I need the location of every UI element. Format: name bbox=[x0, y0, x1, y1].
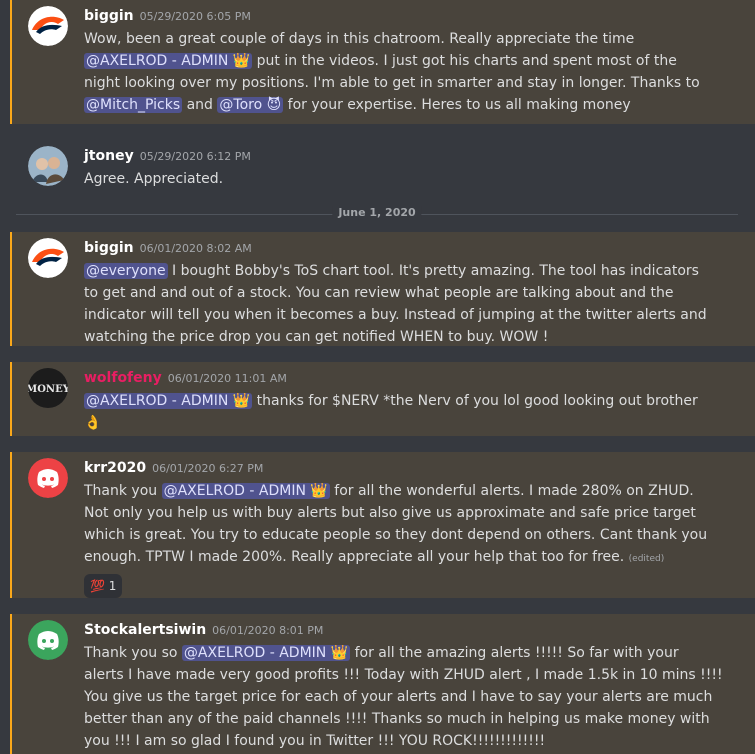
message-body: @everyone I bought Bobby's ToS chart too… bbox=[84, 260, 714, 348]
message-line: 👌 bbox=[84, 415, 102, 431]
message-line: better than any of the paid channels !!!… bbox=[84, 711, 710, 727]
discord-logo-icon[interactable] bbox=[28, 620, 68, 660]
author-name[interactable]: wolfofeny bbox=[84, 370, 162, 386]
message[interactable]: biggin 06/01/2020 8:02 AM @everyone I bou… bbox=[10, 232, 755, 346]
money-logo-avatar[interactable]: MONEY bbox=[28, 368, 68, 408]
discord-logo-icon[interactable] bbox=[28, 458, 68, 498]
message-line: @AXELROD - ADMIN 👑 put in the videos. I … bbox=[84, 53, 677, 69]
message-body: Wow, been a great couple of days in this… bbox=[84, 28, 714, 116]
message-line: night looking over my positions. I'm abl… bbox=[84, 75, 700, 91]
author-name[interactable]: krr2020 bbox=[84, 460, 146, 476]
user-mention[interactable]: @AXELROD - ADMIN 👑 bbox=[181, 645, 351, 661]
message-line: which is great. You try to educate peopl… bbox=[84, 527, 708, 543]
timestamp: 06/01/2020 8:02 AM bbox=[139, 242, 252, 255]
hundred-emoji-icon: 💯 bbox=[90, 579, 105, 593]
message[interactable]: MONEY wolfofeny 06/01/2020 11:01 AM @AXEL… bbox=[10, 362, 755, 436]
message-header: krr2020 06/01/2020 6:27 PM bbox=[84, 460, 263, 476]
message-line: watching the price drop you can get noti… bbox=[84, 329, 549, 345]
avatar-text: MONEY bbox=[28, 384, 68, 395]
message-line: alerts I have made very good profits !!!… bbox=[84, 667, 723, 683]
message-header: biggin 05/29/2020 6:05 PM bbox=[84, 8, 251, 24]
message-header: wolfofeny 06/01/2020 11:01 AM bbox=[84, 370, 287, 386]
message[interactable]: biggin 05/29/2020 6:05 PM Wow, been a gre… bbox=[10, 0, 755, 124]
author-name[interactable]: Stockalertsiwin bbox=[84, 622, 206, 638]
message-header: jtoney 05/29/2020 6:12 PM bbox=[84, 148, 251, 164]
user-mention[interactable]: @Toro 😈 bbox=[217, 97, 284, 113]
timestamp: 05/29/2020 6:05 PM bbox=[139, 10, 251, 23]
message-line: You give us the target price for each of… bbox=[84, 689, 713, 705]
reaction-chip[interactable]: 💯 1 bbox=[84, 574, 123, 598]
user-photo-avatar[interactable] bbox=[28, 146, 68, 186]
message[interactable]: jtoney 05/29/2020 6:12 PM Agree. Apprecia… bbox=[10, 140, 755, 196]
edited-label: (edited) bbox=[628, 554, 665, 564]
message-line: Thank you so @AXELROD - ADMIN 👑 for all … bbox=[84, 645, 679, 661]
message-line: to get and and out of a stock. You can r… bbox=[84, 285, 674, 301]
timestamp: 06/01/2020 6:27 PM bbox=[152, 462, 264, 475]
author-name[interactable]: biggin bbox=[84, 8, 134, 24]
everyone-mention[interactable]: @everyone bbox=[84, 263, 168, 279]
author-name[interactable]: jtoney bbox=[84, 148, 134, 164]
user-mention[interactable]: @AXELROD - ADMIN 👑 bbox=[84, 53, 253, 69]
message-line: enough. TPTW I made 200%. Really appreci… bbox=[84, 549, 665, 565]
left-gutter bbox=[0, 0, 10, 745]
reaction-count: 1 bbox=[108, 579, 117, 593]
message-line: Thank you @AXELROD - ADMIN 👑 for all the… bbox=[84, 483, 694, 499]
author-name[interactable]: biggin bbox=[84, 240, 134, 256]
message[interactable]: krr2020 06/01/2020 6:27 PM Thank you @AXE… bbox=[10, 452, 755, 598]
divider-label: June 1, 2020 bbox=[332, 206, 422, 219]
timestamp: 05/29/2020 6:12 PM bbox=[139, 150, 251, 163]
message-line: @everyone I bought Bobby's ToS chart too… bbox=[84, 263, 699, 279]
message-body: Thank you so @AXELROD - ADMIN 👑 for all … bbox=[84, 642, 723, 752]
chat-window: biggin 05/29/2020 6:05 PM Wow, been a gre… bbox=[0, 0, 755, 754]
timestamp: 06/01/2020 8:01 PM bbox=[212, 624, 324, 637]
broncos-logo-icon[interactable] bbox=[28, 238, 68, 278]
message-header: biggin 06/01/2020 8:02 AM bbox=[84, 240, 252, 256]
message-body: @AXELROD - ADMIN 👑 thanks for $NERV *the… bbox=[84, 390, 714, 434]
user-mention[interactable]: @Mitch_Picks bbox=[84, 97, 183, 113]
timestamp: 06/01/2020 11:01 AM bbox=[167, 372, 287, 385]
message-line: @AXELROD - ADMIN 👑 thanks for $NERV *the… bbox=[84, 393, 698, 409]
date-divider: June 1, 2020 bbox=[16, 206, 738, 222]
message-line: indicator will tell you when it becomes … bbox=[84, 307, 707, 323]
message-body: Agree. Appreciated. bbox=[84, 171, 224, 187]
message-line: Wow, been a great couple of days in this… bbox=[84, 31, 635, 47]
message-body: Thank you @AXELROD - ADMIN 👑 for all the… bbox=[84, 480, 714, 598]
user-mention[interactable]: @AXELROD - ADMIN 👑 bbox=[84, 393, 253, 409]
message-line: Not only you help us with buy alerts but… bbox=[84, 505, 696, 521]
message-header: Stockalertsiwin 06/01/2020 8:01 PM bbox=[84, 622, 323, 638]
message-line: you !!! I am so glad I found you in Twit… bbox=[84, 733, 546, 749]
message-line: @Mitch_Picks and @Toro 😈 for your expert… bbox=[84, 97, 631, 113]
broncos-logo-icon[interactable] bbox=[28, 6, 68, 46]
user-mention[interactable]: @AXELROD - ADMIN 👑 bbox=[161, 483, 330, 499]
message[interactable]: Stockalertsiwin 06/01/2020 8:01 PM Thank … bbox=[10, 614, 755, 754]
